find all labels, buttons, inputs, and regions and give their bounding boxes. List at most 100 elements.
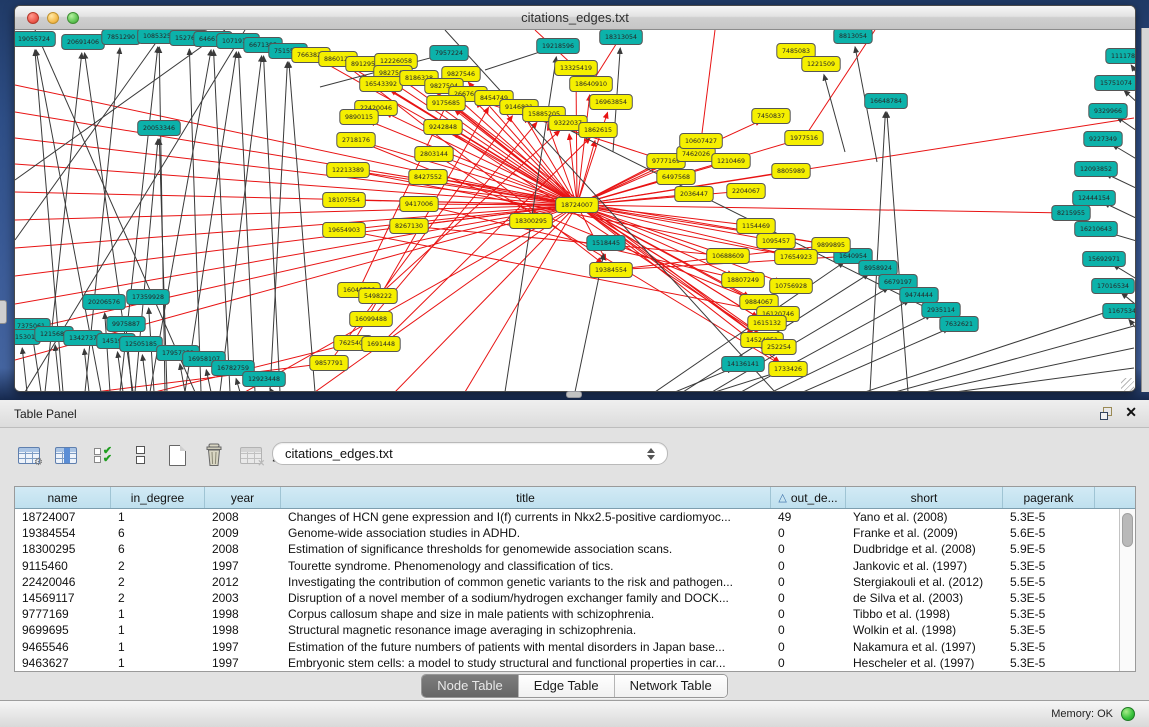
network-node[interactable]: 10756928 <box>770 279 813 294</box>
table-cell[interactable]: 0 <box>771 575 846 589</box>
network-node[interactable]: 12923448 <box>243 372 286 387</box>
network-node[interactable]: 12213389 <box>327 163 370 178</box>
table-vertical-scrollbar[interactable] <box>1119 509 1135 671</box>
table-cell[interactable]: 1998 <box>205 623 281 637</box>
network-node[interactable]: 2036447 <box>675 187 713 202</box>
network-node[interactable]: 19654903 <box>323 223 366 238</box>
table-cell[interactable]: 5.3E-5 <box>1003 656 1095 670</box>
table-cell[interactable]: 0 <box>771 656 846 670</box>
table-cell[interactable]: Yano et al. (2008) <box>846 510 1003 524</box>
table-cell[interactable]: de Silva et al. (2003) <box>846 591 1003 605</box>
table-settings-icon[interactable]: ⚙ <box>16 442 42 468</box>
network-node[interactable]: 8805989 <box>772 164 810 179</box>
table-row[interactable]: 1456911722003Disruption of a novel membe… <box>15 590 1119 606</box>
network-node[interactable]: 1167534 <box>1103 304 1135 319</box>
network-node[interactable]: 8215955 <box>1052 206 1090 221</box>
network-window[interactable]: citations_edges.txt 19055724206914067851… <box>14 5 1136 392</box>
network-node[interactable]: 14136141 <box>722 357 765 372</box>
table-row[interactable]: 2242004622012Investigating the contribut… <box>15 574 1119 590</box>
table-cell[interactable]: 2 <box>111 591 205 605</box>
table-cell[interactable]: 0 <box>771 559 846 573</box>
table-cell[interactable]: 0 <box>771 526 846 540</box>
network-hub-node[interactable]: 18724007 <box>556 198 599 213</box>
table-cell[interactable]: 5.6E-5 <box>1003 526 1095 540</box>
network-node[interactable]: 17016534 <box>1092 279 1135 294</box>
scrollbar-thumb[interactable] <box>1122 513 1133 547</box>
network-node[interactable]: 18313054 <box>600 30 643 45</box>
network-node[interactable]: 20691406 <box>62 35 105 50</box>
table-cell[interactable]: Tourette syndrome. Phenomenology and cla… <box>281 559 771 573</box>
deselect-rows-icon[interactable] <box>127 442 153 468</box>
table-cell[interactable]: 14569117 <box>15 591 111 605</box>
table-cell[interactable]: 6 <box>111 526 205 540</box>
network-node[interactable]: 19218596 <box>537 39 580 54</box>
select-column-icon[interactable] <box>53 442 79 468</box>
table-row[interactable]: 969969511998Structural magnetic resonanc… <box>15 622 1119 638</box>
table-cell[interactable]: Genome-wide association studies in ADHD. <box>281 526 771 540</box>
network-node[interactable]: 1221509 <box>802 57 840 72</box>
network-node[interactable]: 8427552 <box>409 170 447 185</box>
close-panel-icon[interactable]: ✕ <box>1125 404 1137 421</box>
table-row[interactable]: 1938455462009Genome-wide association stu… <box>15 525 1119 541</box>
network-node[interactable]: 2204067 <box>727 184 765 199</box>
table-cell[interactable]: 5.3E-5 <box>1003 607 1095 621</box>
network-node[interactable]: 10607427 <box>680 134 723 149</box>
network-node[interactable]: 9890115 <box>340 110 378 125</box>
table-cell[interactable]: 5.3E-5 <box>1003 591 1095 605</box>
column-header-short[interactable]: short <box>846 487 1003 508</box>
network-node[interactable]: 9227349 <box>1084 132 1122 147</box>
network-node[interactable]: 9417006 <box>400 197 438 212</box>
table-cell[interactable]: 5.3E-5 <box>1003 623 1095 637</box>
table-cell[interactable]: 22420046 <box>15 575 111 589</box>
table-cell[interactable]: 18300295 <box>15 542 111 556</box>
network-canvas[interactable]: 1905572420691406785129010853257152760264… <box>15 30 1135 392</box>
table-cell[interactable]: Embryonic stem cells: a model to study s… <box>281 656 771 670</box>
network-node[interactable]: 16099488 <box>350 312 393 327</box>
table-cell[interactable]: Structural magnetic resonance image aver… <box>281 623 771 637</box>
table-row[interactable]: 977716911998Corpus callosum shape and si… <box>15 606 1119 622</box>
network-node[interactable]: 9242848 <box>424 120 462 135</box>
network-node[interactable]: 18300295 <box>510 214 553 229</box>
network-node[interactable]: 252254 <box>762 340 796 355</box>
table-cell[interactable]: Hescheler et al. (1997) <box>846 656 1003 670</box>
table-cell[interactable]: 49 <box>771 510 846 524</box>
table-cell[interactable]: 5.3E-5 <box>1003 510 1095 524</box>
network-node[interactable]: 9857791 <box>310 356 348 371</box>
table-row[interactable]: 946554611997Estimation of the future num… <box>15 639 1119 655</box>
table-cell[interactable]: 9463627 <box>15 656 111 670</box>
table-cell[interactable]: 2 <box>111 575 205 589</box>
network-node[interactable]: 19055724 <box>15 32 55 47</box>
network-node[interactable]: 1977516 <box>785 131 823 146</box>
network-node[interactable]: 15751074 <box>1095 76 1135 91</box>
table-cell[interactable]: 1997 <box>205 656 281 670</box>
network-node[interactable]: 1615132 <box>748 316 786 331</box>
network-node[interactable]: 16543392 <box>360 77 403 92</box>
table-row[interactable]: 946362711997Embryonic stem cells: a mode… <box>15 655 1119 671</box>
column-header-out_de[interactable]: △out_de... <box>771 487 846 508</box>
table-cell[interactable]: 0 <box>771 640 846 654</box>
table-cell[interactable]: 9777169 <box>15 607 111 621</box>
network-node[interactable]: 16648784 <box>865 94 908 109</box>
table-cell[interactable]: 9465546 <box>15 640 111 654</box>
network-node[interactable]: 1691448 <box>362 337 400 352</box>
table-row[interactable]: 1872400712008Changes of HCN gene express… <box>15 509 1119 525</box>
delete-icon[interactable] <box>201 442 227 468</box>
table-cell[interactable]: Estimation of the future numbers of pati… <box>281 640 771 654</box>
network-node[interactable]: 2935114 <box>922 303 960 318</box>
table-cell[interactable]: 2012 <box>205 575 281 589</box>
table-cell[interactable]: Wolkin et al. (1998) <box>846 623 1003 637</box>
network-node[interactable]: 8813054 <box>834 30 872 44</box>
table-cell[interactable]: 1997 <box>205 559 281 573</box>
table-cell[interactable]: 1 <box>111 607 205 621</box>
network-node[interactable]: 7851290 <box>102 30 140 45</box>
table-cell[interactable]: 0 <box>771 623 846 637</box>
table-cell[interactable]: Nakamura et al. (1997) <box>846 640 1003 654</box>
table-cell[interactable]: Dudbridge et al. (2008) <box>846 542 1003 556</box>
network-node[interactable]: 20053346 <box>138 121 181 136</box>
network-node[interactable]: 5498222 <box>359 289 397 304</box>
network-node[interactable]: 8958924 <box>859 261 897 276</box>
network-node[interactable]: 19384554 <box>590 263 633 278</box>
new-file-icon[interactable] <box>164 442 190 468</box>
network-node[interactable]: 6497568 <box>657 170 695 185</box>
float-panel-icon[interactable] <box>1100 407 1115 421</box>
